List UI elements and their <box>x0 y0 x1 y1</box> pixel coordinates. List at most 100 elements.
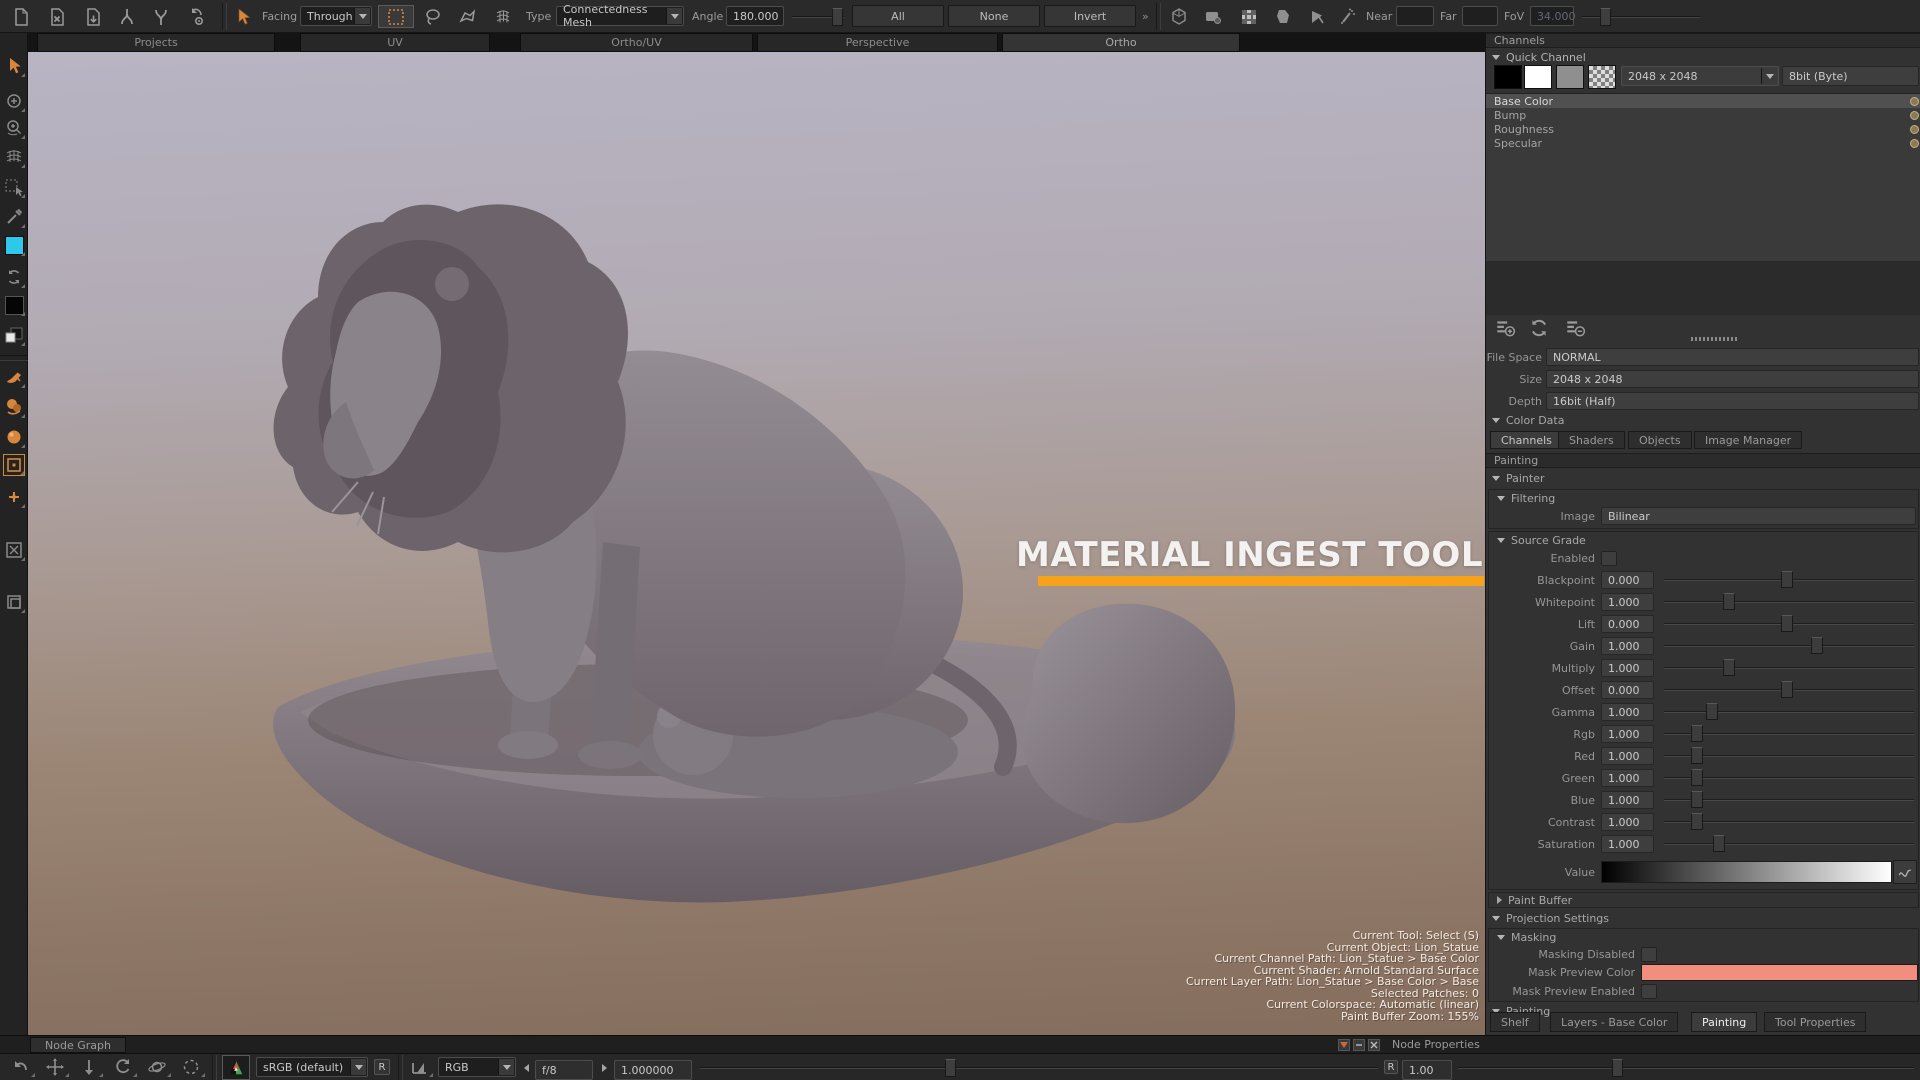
select-all-button[interactable]: All <box>852 5 944 27</box>
select-tool-button[interactable] <box>3 55 25 77</box>
dolly-view-icon[interactable] <box>74 1056 104 1078</box>
quick-resolution-dropdown[interactable]: 2048 x 2048 <box>1621 66 1779 86</box>
show-whole-mesh-icon[interactable] <box>1166 5 1192 28</box>
dock-tab-layers[interactable]: Layers - Base Color <box>1550 1012 1678 1032</box>
quick-swatch-transparent[interactable] <box>1588 65 1616 89</box>
paint-tool-button[interactable] <box>3 366 25 388</box>
export-patches-icon[interactable] <box>114 5 140 28</box>
close-project-icon[interactable] <box>44 5 70 28</box>
colorspace-dropdown[interactable]: sRGB (default) <box>256 1057 368 1077</box>
size-field[interactable]: 2048 x 2048 <box>1546 370 1919 388</box>
slider-handle[interactable] <box>1723 593 1735 610</box>
tab-ortho[interactable]: Ortho <box>1002 33 1240 52</box>
image-filter-field[interactable]: Bilinear <box>1601 507 1916 525</box>
fov-field[interactable]: 34.000 <box>1530 6 1574 26</box>
source-grade-header[interactable]: Source Grade <box>1489 532 1918 548</box>
3d-viewport-canvas[interactable]: MATERIAL INGEST TOOL Current Tool: Selec… <box>28 52 1485 1035</box>
slider-track[interactable] <box>1664 711 1914 713</box>
select-invert-button[interactable]: Invert <box>1044 5 1136 27</box>
slider-track[interactable] <box>1664 667 1914 669</box>
pan-view-icon[interactable] <box>40 1056 70 1078</box>
value-gradient-bar[interactable] <box>1601 861 1892 883</box>
slider-value-field[interactable]: 0.000 <box>1601 615 1654 633</box>
slider-track[interactable] <box>1664 689 1914 691</box>
slider-handle[interactable] <box>1781 681 1793 698</box>
swap-colors-icon[interactable] <box>3 266 25 288</box>
slider-handle[interactable] <box>1691 725 1703 742</box>
slider-track[interactable] <box>1664 733 1914 735</box>
gamma-slider[interactable] <box>1458 1067 1914 1069</box>
drag-handle[interactable] <box>1691 337 1737 341</box>
add-channel-icon[interactable] <box>1494 317 1518 339</box>
undo-view-icon[interactable] <box>6 1056 36 1078</box>
session-settings-icon[interactable] <box>183 5 209 28</box>
slider-handle[interactable] <box>1713 835 1725 852</box>
hud-config-icon[interactable] <box>1338 1039 1350 1051</box>
slider-value-field[interactable]: 1.000 <box>1601 747 1654 765</box>
file-space-field[interactable]: NORMAL <box>1546 348 1919 366</box>
exposure-field[interactable]: f/8 <box>535 1060 593 1080</box>
paint-through-button[interactable] <box>3 396 25 418</box>
play-flag-icon[interactable] <box>1304 5 1330 28</box>
masking-group-header[interactable]: Masking <box>1489 929 1918 945</box>
gamma-field[interactable]: 1.00 <box>1402 1060 1452 1080</box>
fov-slider[interactable] <box>1582 16 1700 18</box>
slider-value-field[interactable]: 1.000 <box>1601 593 1654 611</box>
foreground-color-swatch[interactable] <box>3 234 25 256</box>
toolbar-overflow-button[interactable]: » <box>1142 10 1149 23</box>
patch-grid-icon[interactable] <box>1236 5 1262 28</box>
slider-value-field[interactable]: 0.000 <box>1601 571 1654 589</box>
angle-slider[interactable] <box>792 16 844 18</box>
focus-view-icon[interactable] <box>176 1056 206 1078</box>
value-curve-button[interactable] <box>1893 860 1917 884</box>
slider-handle[interactable] <box>1723 659 1735 676</box>
selection-type-dropdown[interactable]: Connectedness Mesh <box>556 6 684 26</box>
histogram-icon[interactable] <box>404 1056 434 1078</box>
mask-preview-icon[interactable] <box>1270 5 1296 28</box>
slider-track[interactable] <box>1664 623 1914 625</box>
slider-value-field[interactable]: 1.000 <box>1601 791 1654 809</box>
select-tool-icon[interactable] <box>230 5 256 28</box>
panel-tab-objects[interactable]: Objects <box>1628 431 1692 449</box>
channel-list-item[interactable]: Base Color <box>1486 94 1920 108</box>
slider-track[interactable] <box>1664 579 1914 581</box>
tab-perspective[interactable]: Perspective <box>757 33 998 52</box>
quick-swatch-gray[interactable] <box>1556 65 1584 89</box>
mask-preview-color-swatch[interactable] <box>1641 964 1918 981</box>
exposure-decrease-icon[interactable] <box>520 1060 533 1075</box>
far-field[interactable] <box>1462 6 1498 26</box>
slider-value-field[interactable]: 1.000 <box>1601 725 1654 743</box>
dock-tab-painting[interactable]: Painting <box>1691 1012 1757 1032</box>
display-channel-dropdown[interactable]: RGB <box>438 1057 516 1077</box>
slider-handle[interactable] <box>1781 571 1793 588</box>
magnify-patch-button[interactable] <box>3 117 25 139</box>
sync-channel-icon[interactable] <box>1528 317 1552 339</box>
panel-splitter[interactable] <box>1486 261 1920 315</box>
slider-value-field[interactable]: 0.000 <box>1601 681 1654 699</box>
quick-swatch-black[interactable] <box>1494 65 1522 89</box>
panel-tab-shaders[interactable]: Shaders <box>1558 431 1625 449</box>
marquee-transform-button[interactable] <box>3 176 25 198</box>
dock-tab-shelf[interactable]: Shelf <box>1490 1012 1540 1032</box>
roll-view-icon[interactable] <box>108 1056 138 1078</box>
import-patches-icon[interactable] <box>148 5 174 28</box>
slider-track[interactable] <box>1664 777 1914 779</box>
slider-track[interactable] <box>1664 755 1914 757</box>
dock-tab-tool-properties[interactable]: Tool Properties <box>1764 1012 1866 1032</box>
lasso-select-icon[interactable] <box>420 5 446 28</box>
exposure-increase-icon[interactable] <box>598 1060 611 1075</box>
near-field[interactable] <box>1396 6 1434 26</box>
orbit-view-icon[interactable] <box>142 1056 172 1078</box>
color-data-header[interactable]: Color Data <box>1492 414 1564 427</box>
slider-handle[interactable] <box>1691 747 1703 764</box>
painting-panel-title[interactable]: Painting <box>1486 453 1920 468</box>
warp-grid-button[interactable] <box>3 146 25 168</box>
slider-value-field[interactable]: 1.000 <box>1601 637 1654 655</box>
channel-list-item[interactable]: Roughness <box>1486 122 1920 136</box>
slider-handle[interactable] <box>1706 703 1718 720</box>
slider-value-field[interactable]: 1.000 <box>1601 813 1654 831</box>
channel-list-item[interactable]: Specular <box>1486 136 1920 150</box>
channels-panel-title[interactable]: Channels <box>1486 33 1920 48</box>
slider-track[interactable] <box>1664 843 1914 845</box>
mask-preview-enabled-checkbox[interactable] <box>1641 984 1657 999</box>
